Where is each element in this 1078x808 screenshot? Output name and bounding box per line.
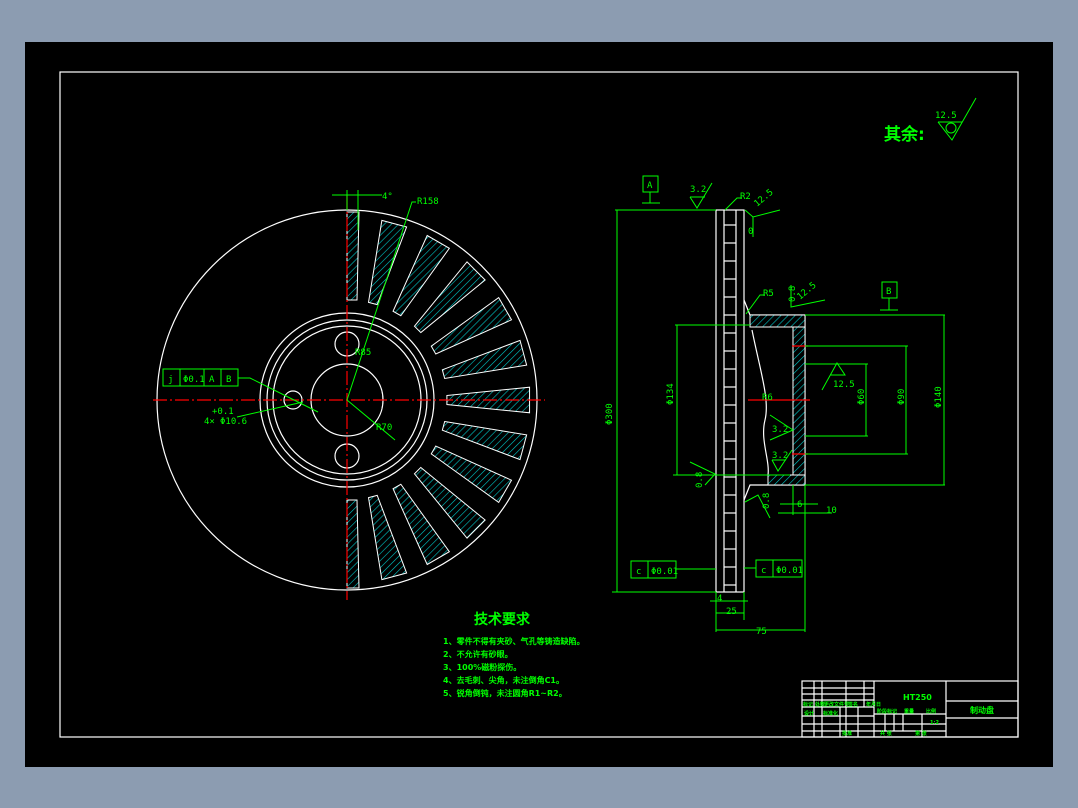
dim-10: 10: [826, 506, 837, 516]
svg-text:1:2: 1:2: [930, 720, 939, 726]
cad-drawing: 其余: 12.5 4° R158 R85 R70 +0.1 4× Φ10.6 j…: [25, 42, 1053, 767]
svg-text:A: A: [647, 181, 653, 191]
svg-text:c: c: [636, 567, 641, 577]
dim-4: 4: [717, 594, 722, 604]
roughness-label: 其余:: [884, 124, 925, 145]
svg-text:Φ0.01: Φ0.01: [651, 567, 678, 577]
vent-slot-section: [346, 499, 360, 589]
angle-dim: 4°: [382, 192, 393, 202]
svg-text:比例: 比例: [926, 708, 936, 715]
roughness-right: 0.8: [762, 493, 772, 509]
roughness-face1: 3.2: [772, 425, 788, 435]
dim-6: 6: [797, 500, 802, 510]
tech-req-item: 5、锐角倒钝，未注圆角R1~R2。: [443, 688, 567, 698]
svg-text:c: c: [761, 566, 766, 576]
dia-overall-dim: Φ300: [605, 403, 615, 425]
svg-text:设计: 设计: [804, 710, 814, 717]
svg-text:阶段标记: 阶段标记: [877, 708, 897, 715]
svg-text:共 张: 共 张: [880, 730, 893, 737]
dim-r: R6: [762, 393, 773, 403]
tech-req-item: 4、去毛刺、尖角，未注倒角C1。: [443, 675, 564, 685]
hole-count: 4×: [204, 417, 215, 427]
dim-small: 0: [748, 227, 753, 237]
dim-25: 25: [726, 607, 737, 617]
roughness-value: 12.5: [935, 111, 957, 121]
svg-text:B: B: [226, 375, 231, 385]
svg-text:标记: 标记: [802, 701, 813, 708]
dia-90-dim: Φ90: [897, 389, 907, 405]
radius-outer-dim: R158: [417, 197, 439, 207]
tech-req-item: 1、零件不得有夹砂、气孔等铸造缺陷。: [443, 636, 585, 646]
radius-mid-dim: R85: [355, 348, 371, 358]
svg-text:B: B: [886, 287, 891, 297]
svg-text:重量: 重量: [904, 708, 914, 715]
svg-text:第 张: 第 张: [915, 730, 928, 737]
svg-text:标准化: 标准化: [822, 710, 838, 717]
roughness-top: 3.2: [690, 185, 706, 195]
svg-text:更改文件号: 更改文件号: [824, 701, 849, 708]
dia-134-dim: Φ134: [666, 383, 676, 405]
svg-text:Φ0.01: Φ0.01: [776, 566, 803, 576]
svg-text:j: j: [168, 375, 173, 385]
vent-slot-section: [346, 211, 360, 301]
roughness-left: 0.8: [695, 472, 705, 488]
hole-diameter: Φ10.6: [220, 417, 247, 427]
svg-text:签名: 签名: [847, 701, 858, 708]
tech-req-item: 2、不允许有砂眼。: [443, 649, 513, 659]
radius-inner-dim: R70: [376, 423, 392, 433]
dia-140-dim: Φ140: [934, 386, 944, 408]
radius-r5: R5: [763, 289, 774, 299]
dia-60-dim: Φ60: [857, 389, 867, 405]
part-name: 制动盘: [970, 705, 994, 715]
tech-req-title: 技术要求: [474, 611, 531, 628]
roughness-face2: 3.2: [772, 451, 788, 461]
material: HT250: [903, 693, 932, 702]
radius-r2: R2: [740, 192, 751, 202]
hole-tolerance: +0.1: [212, 407, 234, 417]
tech-req-item: 3、100%磁粉探伤。: [443, 662, 521, 672]
roughness-bore: 12.5: [833, 380, 855, 390]
svg-text:年月日: 年月日: [866, 701, 881, 708]
svg-text:批准: 批准: [842, 730, 852, 737]
dim-75: 75: [756, 627, 767, 637]
svg-text:A: A: [209, 375, 215, 385]
svg-text:Φ0.1: Φ0.1: [183, 375, 205, 385]
